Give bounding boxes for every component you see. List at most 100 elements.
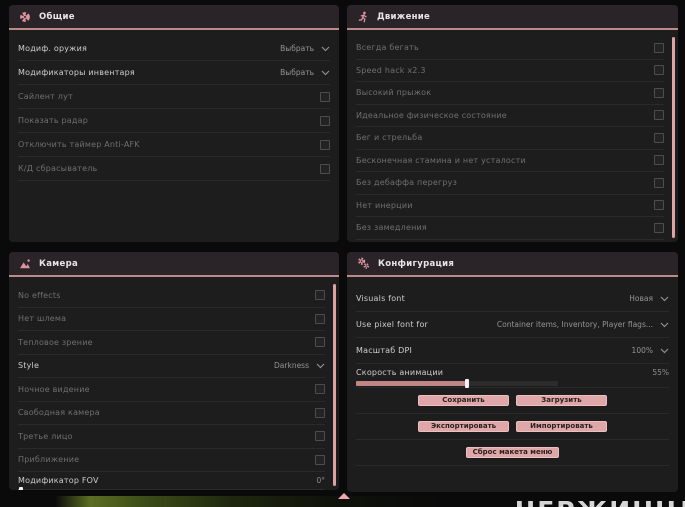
option-label: Тепловое зрение bbox=[18, 337, 93, 347]
checkbox[interactable] bbox=[654, 65, 664, 76]
dropdown-value: Darkness bbox=[274, 361, 309, 371]
load-button[interactable]: Загрузить bbox=[516, 395, 607, 406]
option-row: Без замедления bbox=[356, 217, 664, 240]
checkbox[interactable] bbox=[654, 87, 664, 98]
checkbox[interactable] bbox=[315, 384, 325, 395]
dropdown[interactable]: Выбрать bbox=[280, 68, 330, 77]
checkbox[interactable] bbox=[654, 155, 664, 166]
option-label: Нет шлема bbox=[18, 314, 67, 324]
reset-menu-layout-button[interactable]: Сброс макета меню bbox=[465, 447, 560, 458]
option-row: Сайлент лут bbox=[18, 85, 330, 109]
option-row: Speed hack x2.3 bbox=[356, 60, 664, 82]
panel-config-body: Visuals font Новая Use pixel font for Conta… bbox=[356, 279, 669, 489]
button-row: Сброс макета меню bbox=[356, 440, 669, 466]
button-row: Сохранить Загрузить bbox=[356, 388, 669, 414]
option-row: Идеальное физическое состояние bbox=[356, 105, 664, 127]
dropdown[interactable]: 100% bbox=[632, 346, 669, 355]
option-row: Масштаб DPI 100% bbox=[356, 338, 669, 364]
option-row: Приближение bbox=[18, 449, 325, 472]
option-row: Visuals font Новая bbox=[356, 286, 669, 312]
option-label: Speed hack x2.3 bbox=[356, 65, 426, 75]
dropdown[interactable]: Container items, Inventory, Player flags… bbox=[497, 320, 669, 329]
slider-thumb[interactable] bbox=[19, 487, 24, 490]
checkbox[interactable] bbox=[320, 91, 330, 102]
dropdown-value: Выбрать bbox=[280, 44, 314, 53]
checkbox[interactable] bbox=[654, 200, 664, 211]
slider-row: Скорость анимации 55% bbox=[356, 364, 669, 388]
chevron-down-icon bbox=[660, 348, 669, 354]
panel-title: Движение bbox=[377, 11, 431, 22]
slider-row: Модификатор FOV 0° bbox=[18, 472, 325, 490]
dropdown[interactable]: Новая bbox=[629, 294, 669, 303]
option-row: Показать радар bbox=[18, 109, 330, 133]
dropdown-value: 100% bbox=[631, 346, 653, 355]
checkbox[interactable] bbox=[654, 132, 664, 143]
panel-camera-body: No effects Нет шлема Тепловое зрение Style D… bbox=[18, 279, 325, 490]
option-label: Свободная камера bbox=[18, 408, 100, 418]
trainer-menu-screen: Общие Модиф. оружия Выбрать Модификаторы и… bbox=[0, 0, 685, 507]
option-label: Третье лицо bbox=[18, 431, 73, 441]
panel-camera-header: Камера bbox=[9, 252, 339, 277]
checkbox[interactable] bbox=[315, 290, 325, 301]
checkbox[interactable] bbox=[315, 454, 325, 465]
panel-movement-body: Всегда бегать Speed hack x2.3 Высокий прыж… bbox=[356, 32, 664, 240]
option-row: Use pixel font for Container items, Inven… bbox=[356, 312, 669, 338]
option-row: Третье лицо bbox=[18, 425, 325, 449]
checkbox[interactable] bbox=[315, 407, 325, 418]
panel-title: Общие bbox=[39, 11, 75, 22]
checkbox[interactable] bbox=[654, 177, 664, 188]
option-label: Ночное видение bbox=[18, 384, 90, 394]
option-label: Всегда бегать bbox=[356, 43, 419, 53]
checkbox[interactable] bbox=[315, 431, 325, 442]
slider-thumb[interactable] bbox=[465, 379, 470, 388]
scrollbar[interactable] bbox=[672, 37, 675, 238]
option-label: Бег и стрельба bbox=[356, 133, 423, 143]
panel-camera: Камера No effects Нет шлема Тепловое зрени… bbox=[9, 252, 339, 490]
chevron-down-icon bbox=[660, 322, 669, 328]
scroll-up-arrow-icon[interactable] bbox=[338, 493, 350, 499]
option-row: Всегда бегать bbox=[356, 37, 664, 60]
option-label: Высокий прыжок bbox=[356, 88, 432, 98]
option-label: No effects bbox=[18, 290, 61, 300]
panel-config-header: Конфигурация bbox=[347, 252, 678, 277]
checkbox[interactable] bbox=[320, 163, 330, 174]
option-label: Нет инерции bbox=[356, 200, 413, 210]
option-label: Отключить таймер Anti-AFK bbox=[18, 140, 140, 149]
option-label: Бесконечная стамина и нет усталости bbox=[356, 155, 526, 165]
option-label: Без дебаффа перегруз bbox=[356, 178, 458, 188]
save-button[interactable]: Сохранить bbox=[418, 395, 509, 406]
option-label: Use pixel font for bbox=[356, 320, 429, 329]
option-label: Приближение bbox=[18, 455, 80, 465]
dropdown-value: Container items, Inventory, Player flags… bbox=[496, 320, 653, 329]
option-label: Модификатор FOV bbox=[18, 476, 99, 485]
button-row: Экспортировать Импортировать bbox=[356, 414, 669, 440]
option-row: К/Д сбрасыватель bbox=[18, 157, 330, 181]
option-row: No effects bbox=[18, 284, 325, 308]
option-row: Модиф. оружия Выбрать bbox=[18, 37, 330, 61]
option-label: Без замедления bbox=[356, 223, 427, 233]
checkbox[interactable] bbox=[654, 222, 664, 233]
scrollbar[interactable] bbox=[333, 284, 336, 486]
option-row: Отключить таймер Anti-AFK bbox=[18, 133, 330, 157]
slider-track[interactable] bbox=[18, 487, 325, 490]
export-button[interactable]: Экспортировать bbox=[418, 421, 509, 432]
import-button[interactable]: Импортировать bbox=[516, 421, 607, 432]
option-label: Идеальное физическое состояние bbox=[356, 110, 507, 120]
option-row: Тепловое зрение bbox=[18, 331, 325, 355]
slider-track[interactable] bbox=[356, 379, 558, 388]
checkbox[interactable] bbox=[320, 139, 330, 150]
flower-icon bbox=[19, 11, 31, 23]
checkbox[interactable] bbox=[320, 115, 330, 126]
panel-general: Общие Модиф. оружия Выбрать Модификаторы и… bbox=[9, 5, 339, 242]
dropdown[interactable]: Выбрать bbox=[280, 44, 330, 53]
option-label: Visuals font bbox=[356, 294, 405, 303]
checkbox[interactable] bbox=[315, 313, 325, 324]
panel-general-header: Общие bbox=[9, 5, 339, 30]
panel-general-body: Модиф. оружия Выбрать Модификаторы инвента… bbox=[18, 32, 330, 239]
dropdown[interactable]: Darkness bbox=[274, 361, 325, 370]
checkbox[interactable] bbox=[315, 337, 325, 348]
checkbox[interactable] bbox=[654, 110, 664, 121]
checkbox[interactable] bbox=[654, 42, 664, 53]
chevron-down-icon bbox=[321, 46, 330, 52]
option-row: Без дебаффа перегруз bbox=[356, 172, 664, 195]
